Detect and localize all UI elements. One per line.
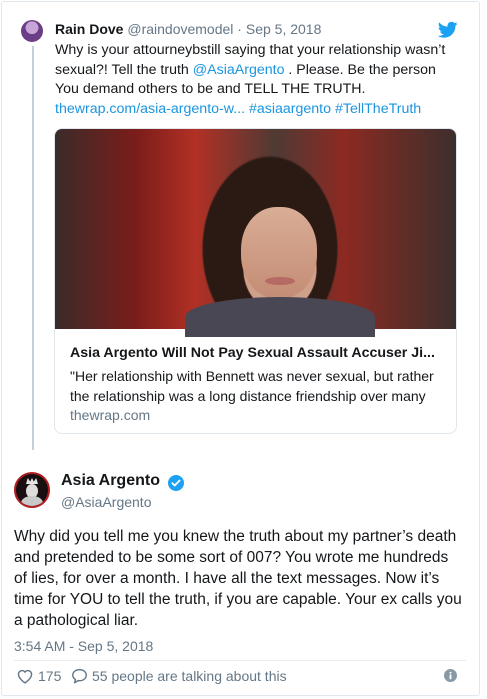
photo-face [241, 207, 317, 299]
article-photo[interactable] [55, 129, 456, 337]
twitter-bird-icon[interactable] [438, 21, 458, 39]
quoted-text-line-2: sexual?! Tell the truth @AsiaArgento . P… [55, 61, 455, 81]
link-card-description: "Her relationship with Bennett was never… [70, 368, 434, 404]
quoted-text-line-1: Why is your attourneybstill saying that … [55, 42, 446, 58]
url-and-hashtag-links[interactable]: thewrap.com/asia-argento-w... #asiaargen… [55, 100, 455, 120]
quoted-text-after-mention: . Please. Be the person [284, 61, 436, 78]
header-separator: · [237, 21, 242, 37]
tweet-timestamp[interactable]: 3:54 AM - Sep 5, 2018 [14, 638, 153, 654]
avatar-body [21, 496, 43, 506]
quoted-author-handle[interactable]: @raindovemodel [127, 21, 233, 37]
asia-argento-avatar[interactable] [14, 472, 50, 508]
quoted-tweet-header: Rain Dove @raindovemodel · Sep 5, 2018 [55, 21, 321, 37]
main-author-handle[interactable]: @AsiaArgento [61, 494, 151, 510]
quoted-text-line-3: You demand others to be and TELL THE TRU… [55, 81, 366, 97]
quoted-text-before-mention: sexual?! Tell the truth [55, 61, 193, 78]
divider [14, 660, 466, 661]
photo-lips [265, 277, 295, 285]
like-count[interactable]: 175 [38, 668, 61, 684]
verified-icon [168, 475, 184, 491]
link-card-domain: thewrap.com [70, 407, 151, 423]
link-preview-card[interactable]: Asia Argento Will Not Pay Sexual Assault… [54, 128, 457, 434]
info-icon[interactable] [444, 669, 457, 682]
quoted-author-name[interactable]: Rain Dove [55, 21, 123, 37]
main-author-name[interactable]: Asia Argento [61, 472, 160, 490]
reply-icon[interactable] [71, 668, 88, 684]
quoted-tweet-date[interactable]: Sep 5, 2018 [246, 21, 322, 37]
main-tweet-text: Why did you tell me you knew the truth a… [14, 528, 462, 629]
quoted-tweet-text: Why is your attourneybstill saying that … [55, 41, 455, 119]
conversation-count[interactable]: 55 people are talking about this [92, 668, 287, 684]
rain-dove-avatar[interactable] [21, 20, 43, 42]
heart-icon[interactable] [16, 668, 34, 684]
link-card-title[interactable]: Asia Argento Will Not Pay Sexual Assault… [70, 345, 442, 361]
photo-shoulders [185, 297, 375, 337]
mention-link[interactable]: @AsiaArgento [193, 62, 285, 78]
thread-line [32, 46, 34, 450]
